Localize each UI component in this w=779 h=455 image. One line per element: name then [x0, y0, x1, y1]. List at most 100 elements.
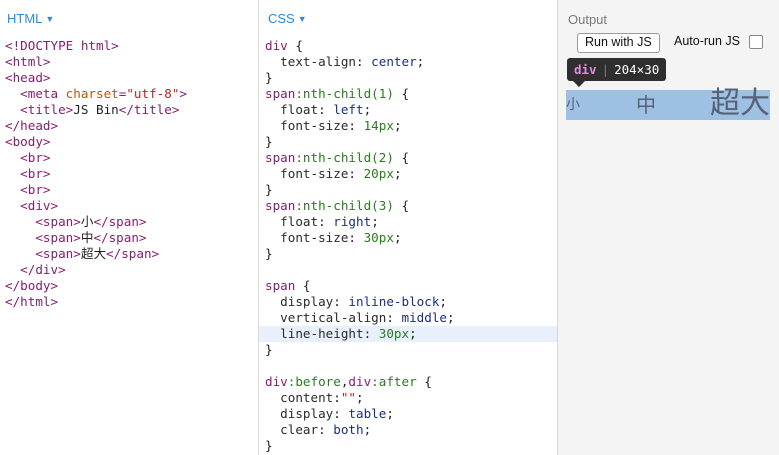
css-code-line[interactable]: text-align: center; [265, 54, 557, 70]
css-code-editor[interactable]: div { text-align: center;} span:nth-child… [259, 38, 557, 454]
code-token: 30px [363, 230, 394, 245]
code-token: : [356, 54, 372, 69]
code-token: </span> [93, 230, 147, 245]
html-code-line[interactable]: <html> [5, 54, 258, 70]
html-code-line[interactable]: </html> [5, 294, 258, 310]
html-code-line[interactable]: <br> [5, 166, 258, 182]
css-code-line[interactable]: } [265, 70, 557, 86]
css-code-line[interactable]: div { [265, 38, 557, 54]
output-pane-title: Output [568, 12, 608, 27]
code-token: <div> [20, 198, 59, 213]
css-code-line[interactable]: vertical-align: middle; [265, 310, 557, 326]
code-token: </html> [5, 294, 59, 309]
tooltip-separator: | [601, 62, 610, 77]
code-token: display [280, 406, 334, 421]
code-token: div [265, 374, 288, 389]
code-token: font-size [280, 118, 349, 133]
css-code-line[interactable]: display: inline-block; [265, 294, 557, 310]
html-code-line[interactable]: <span>超大</span> [5, 246, 258, 262]
code-token: <meta [20, 86, 66, 101]
css-code-line[interactable]: float: right; [265, 214, 557, 230]
css-code-line[interactable] [265, 358, 557, 374]
code-token: </span> [93, 214, 147, 229]
code-token: :after [371, 374, 417, 389]
css-code-line[interactable]: span:nth-child(3) { [265, 198, 557, 214]
run-with-js-button[interactable]: Run with JS [577, 33, 660, 53]
code-token: <!DOCTYPE html> [5, 38, 119, 53]
css-code-line[interactable]: } [265, 342, 557, 358]
html-code-line[interactable]: <!DOCTYPE html> [5, 38, 258, 54]
html-code-line[interactable]: <body> [5, 134, 258, 150]
css-code-line[interactable]: span { [265, 278, 557, 294]
css-code-line[interactable]: } [265, 182, 557, 198]
code-token: font-size [280, 230, 349, 245]
css-code-line[interactable]: content:""; [265, 390, 557, 406]
css-pane-menu[interactable]: CSS ▼ [268, 11, 307, 26]
code-token: } [265, 438, 273, 453]
css-code-line[interactable]: } [265, 134, 557, 150]
html-code-line[interactable]: </head> [5, 118, 258, 134]
code-token: : [318, 102, 334, 117]
code-token: 小 [80, 214, 94, 229]
code-token: ; [409, 326, 417, 341]
css-code-line[interactable] [265, 262, 557, 278]
html-code-line[interactable]: <br> [5, 182, 258, 198]
html-code-line[interactable]: <span>小</span> [5, 214, 258, 230]
code-token: <span> [35, 230, 81, 245]
html-pane-menu[interactable]: HTML ▼ [7, 11, 54, 26]
html-code-line[interactable]: </body> [5, 278, 258, 294]
css-code-line[interactable]: font-size: 14px; [265, 118, 557, 134]
output-pane: Output Run with JS Auto-run JS div | 204×3… [558, 0, 779, 455]
css-code-line[interactable]: line-height: 30px; [259, 326, 557, 342]
html-code-line[interactable]: <span>中</span> [5, 230, 258, 246]
code-token: span [265, 198, 296, 213]
code-token: <title> [20, 102, 74, 117]
code-token: <head> [5, 70, 51, 85]
html-pane-title: HTML [7, 11, 43, 26]
css-code-line[interactable]: display: table; [265, 406, 557, 422]
css-code-line[interactable]: } [265, 246, 557, 262]
html-code-line[interactable]: <br> [5, 150, 258, 166]
code-token: } [265, 342, 273, 357]
css-code-line[interactable]: div:before,div:after { [265, 374, 557, 390]
html-code-line[interactable]: <title>JS Bin</title> [5, 102, 258, 118]
html-code-editor[interactable]: <!DOCTYPE html> <html> <head> <meta charse… [5, 38, 258, 310]
css-code-line[interactable]: clear: both; [265, 422, 557, 438]
code-token: > [179, 86, 188, 101]
code-token: ; [439, 294, 448, 309]
autorun-checkbox[interactable] [749, 35, 763, 49]
code-token: div [348, 374, 372, 389]
tooltip-tag: div [574, 62, 597, 77]
css-code-line[interactable]: font-size: 30px; [265, 230, 557, 246]
code-token: both [333, 422, 364, 437]
code-token: text-align [280, 54, 356, 69]
chevron-down-icon: ▼ [45, 14, 55, 24]
html-code-line[interactable]: </div> [5, 262, 258, 278]
css-code-line[interactable]: } [265, 438, 557, 454]
css-code-line[interactable]: span:nth-child(2) { [265, 150, 557, 166]
code-token: : [386, 310, 402, 325]
css-code-line[interactable]: span:nth-child(1) { [265, 86, 557, 102]
css-code-line[interactable]: float: left; [265, 102, 557, 118]
html-editor-pane: HTML ▼ <!DOCTYPE html> <html> <head> <meta … [0, 0, 259, 455]
html-code-line[interactable]: <head> [5, 70, 258, 86]
code-token: clear [280, 422, 319, 437]
css-code-line[interactable]: font-size: 20px; [265, 166, 557, 182]
tooltip-arrow [573, 81, 585, 87]
css-pane-title: CSS [268, 11, 295, 26]
code-token: <html> [5, 54, 51, 69]
html-code-line[interactable]: <meta charset="utf-8"> [5, 86, 258, 102]
html-code-line[interactable]: <div> [5, 198, 258, 214]
code-token: content [280, 390, 334, 405]
code-token: : [318, 422, 334, 437]
